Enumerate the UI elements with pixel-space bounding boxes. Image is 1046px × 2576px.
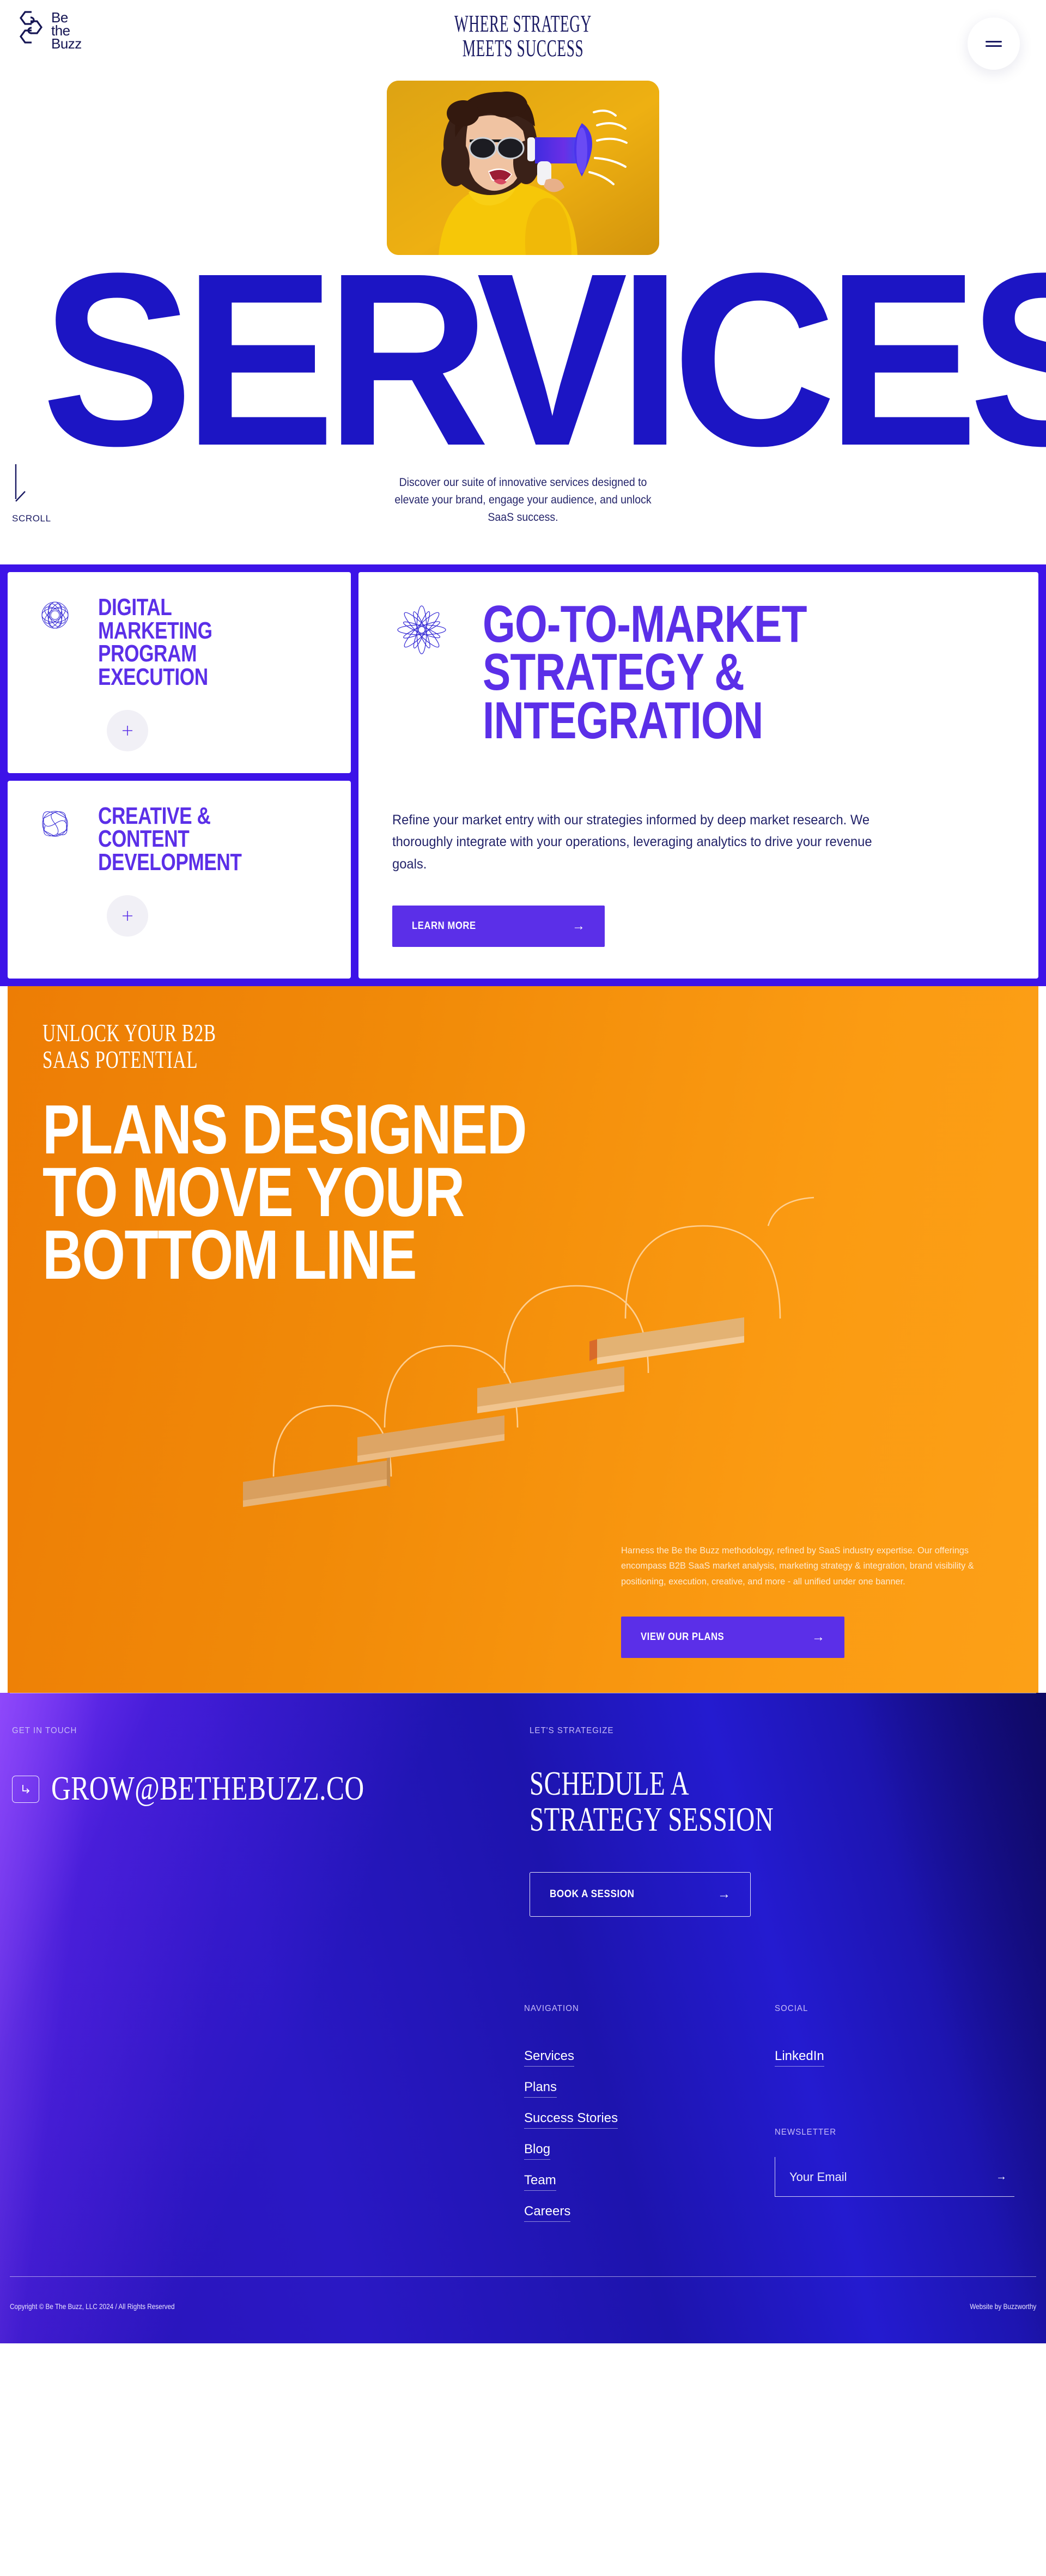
footer-nav-list: Services Plans Success Stories Blog Team… — [524, 2049, 775, 2222]
eyebrow-line-2: MEETS SUCCESS — [462, 34, 584, 62]
page-title: SERVICES — [41, 221, 1046, 497]
plans-section: UNLOCK YOUR B2B SAAS POTENTIAL PLANS DES… — [8, 986, 1038, 1693]
footer-contact-column: GET IN TOUCH GROW@BETHEBUZZ.CO — [12, 1726, 530, 1916]
email-address: GROW@BETHEBUZZ.CO — [51, 1770, 364, 1808]
brand-logo[interactable]: Be the Buzz — [19, 10, 82, 52]
arrow-right-icon: → — [812, 1630, 825, 1645]
accordion-head: DIGITAL MARKETING PROGRAM EXECUTION — [36, 596, 323, 689]
get-in-touch-label: GET IN TOUCH — [12, 1726, 77, 1736]
service-detail-head: GO-TO-MARKET STRATEGY & INTEGRATION — [392, 595, 1005, 750]
hamburger-menu-icon — [986, 40, 1002, 47]
footer-schedule-column: LET'S STRATEGIZE SCHEDULE A STRATEGY SES… — [530, 1726, 1034, 1917]
newsletter-field[interactable]: → — [775, 2156, 1014, 2197]
footer-bottom-bar: Copyright © Be The Buzz, LLC 2024 / All … — [10, 2276, 1036, 2343]
plans-eyebrow: UNLOCK YOUR B2B SAAS POTENTIAL — [42, 1020, 734, 1073]
email-link[interactable]: GROW@BETHEBUZZ.CO — [12, 1770, 530, 1808]
footer-top: GET IN TOUCH GROW@BETHEBUZZ.CO LET'S STR… — [0, 1693, 1046, 1917]
mandala-flower-icon — [36, 596, 74, 634]
lets-strategize-label: LET'S STRATEGIZE — [530, 1726, 614, 1736]
service-accordion-item-digital-marketing[interactable]: DIGITAL MARKETING PROGRAM EXECUTION — [8, 572, 351, 773]
plans-footer: Harness the Be the Buzz methodology, ref… — [621, 1543, 1004, 1658]
footer-inner: GET IN TOUCH GROW@BETHEBUZZ.CO LET'S STR… — [0, 1693, 1046, 2343]
hero-subtitle: Discover our suite of innovative service… — [394, 476, 652, 524]
learn-more-label: LEARN MORE — [412, 920, 476, 932]
footer-nav-team[interactable]: Team — [524, 2173, 556, 2191]
arrow-right-icon[interactable]: → — [996, 2171, 1007, 2183]
service-title: CREATIVE & CONTENT DEVELOPMENT — [98, 802, 242, 876]
footer-navigation: NAVIGATION Services Plans Success Storie… — [524, 2004, 775, 2222]
site-footer: GET IN TOUCH GROW@BETHEBUZZ.CO LET'S STR… — [0, 1693, 1046, 2343]
footer-nav-success-stories[interactable]: Success Stories — [524, 2111, 618, 2129]
expand-creative-content-button[interactable] — [107, 895, 148, 937]
footer-social-linkedin[interactable]: LinkedIn — [775, 2049, 824, 2067]
arrow-corner-icon — [12, 1775, 39, 1803]
service-detail-panel: GO-TO-MARKET STRATEGY & INTEGRATION Refi… — [358, 572, 1038, 979]
view-our-plans-label: VIEW OUR PLANS — [641, 1631, 725, 1643]
footer-nav-careers[interactable]: Careers — [524, 2204, 571, 2222]
plans-title-line-1: PLANS DESIGNED — [42, 1090, 527, 1169]
arrow-right-icon: → — [572, 919, 585, 934]
newsletter-label: NEWSLETTER — [775, 2127, 837, 2137]
scroll-indicator: SCROLL — [12, 463, 51, 524]
plus-icon — [123, 725, 132, 736]
schedule-title-line-2: STRATEGY SESSION — [530, 1801, 774, 1838]
service-accordion-item-creative-content[interactable]: CREATIVE & CONTENT DEVELOPMENT — [8, 780, 351, 979]
copyright-text: Copyright © Be The Buzz, LLC 2024 / All … — [10, 2301, 175, 2311]
logo-line-3: Buzz — [51, 35, 82, 52]
plus-icon — [123, 910, 132, 921]
arrow-down-icon — [15, 464, 26, 502]
footer-nav-plans[interactable]: Plans — [524, 2080, 557, 2098]
wooden-stair-blocks-illustration — [221, 1193, 1038, 1531]
expand-digital-marketing-button[interactable] — [107, 709, 148, 751]
plans-eyebrow-line-1: UNLOCK YOUR B2B — [42, 1019, 216, 1047]
navigation-label: NAVIGATION — [524, 2003, 579, 2013]
newsletter-email-input[interactable] — [789, 2170, 969, 2184]
plans-eyebrow-line-2: SAAS POTENTIAL — [42, 1046, 198, 1074]
hamburger-menu-button[interactable] — [968, 17, 1020, 70]
newsletter-block: NEWSLETTER → — [775, 2128, 1025, 2197]
footer-social: SOCIAL LinkedIn NEWSLETTER → — [775, 2004, 1025, 2222]
footer-social-list: LinkedIn — [775, 2049, 1025, 2067]
learn-more-button[interactable]: LEARN MORE → — [392, 906, 605, 947]
header-eyebrow: WHERE STRATEGY MEETS SUCCESS — [199, 0, 847, 61]
footer-middle: NAVIGATION Services Plans Success Storie… — [0, 1917, 1046, 2222]
eyebrow-line-1: WHERE STRATEGY — [454, 10, 592, 37]
brand-logo-text: Be the Buzz — [51, 10, 82, 52]
social-label: SOCIAL — [775, 2003, 808, 2013]
scroll-label: SCROLL — [12, 513, 51, 524]
schedule-title: SCHEDULE A STRATEGY SESSION — [530, 1766, 913, 1838]
petal-flower-icon — [392, 600, 451, 659]
view-our-plans-button[interactable]: VIEW OUR PLANS → — [621, 1617, 844, 1658]
accordion-head: CREATIVE & CONTENT DEVELOPMENT — [36, 802, 323, 876]
service-title: DIGITAL MARKETING PROGRAM EXECUTION — [98, 594, 212, 691]
book-a-session-label: BOOK A SESSION — [550, 1888, 635, 1900]
plans-body: Harness the Be the Buzz methodology, ref… — [621, 1545, 974, 1587]
footer-nav-blog[interactable]: Blog — [524, 2142, 551, 2160]
service-detail-body: Refine your market entry with our strate… — [392, 812, 872, 872]
footer-nav-services[interactable]: Services — [524, 2049, 575, 2067]
website-credit: Website by Buzzworthy — [969, 2301, 1036, 2311]
services-accordion: DIGITAL MARKETING PROGRAM EXECUTION CREA… — [8, 572, 351, 979]
arrow-right-icon: → — [717, 1886, 731, 1901]
page-root: Be the Buzz WHERE STRATEGY MEETS SUCCESS — [0, 0, 1046, 2343]
hexagon-bee-logo-icon — [19, 10, 47, 52]
swirl-flower-icon — [36, 805, 74, 843]
service-detail-title: GO-TO-MARKET STRATEGY & INTEGRATION — [483, 595, 807, 750]
book-a-session-button[interactable]: BOOK A SESSION → — [530, 1872, 751, 1917]
hero-section: Be the Buzz WHERE STRATEGY MEETS SUCCESS — [0, 0, 1046, 565]
services-section: DIGITAL MARKETING PROGRAM EXECUTION CREA… — [0, 564, 1046, 987]
schedule-title-line-1: SCHEDULE A — [530, 1765, 690, 1803]
